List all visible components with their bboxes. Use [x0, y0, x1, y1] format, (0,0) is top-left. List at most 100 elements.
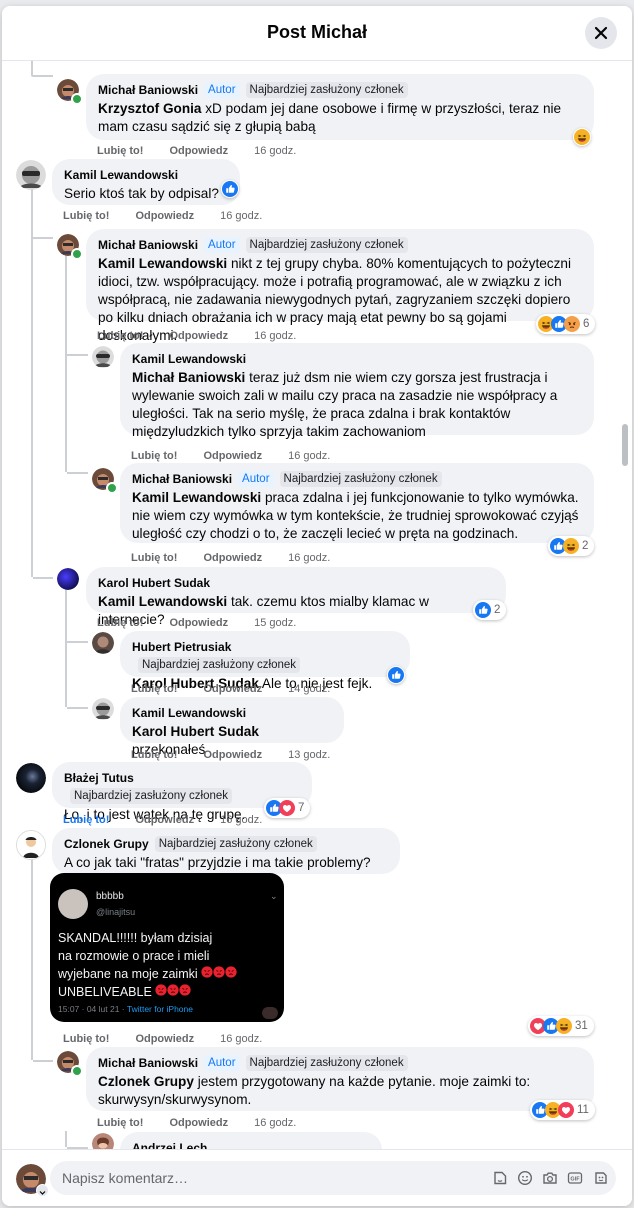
comment-bubble: Michał Baniowski Autor Najbardziej zasłużo… [120, 463, 594, 543]
timestamp[interactable]: 16 godz. [288, 450, 330, 462]
like-button[interactable]: Lubię to! [97, 1117, 143, 1129]
comment-author[interactable]: Michał Baniowski [98, 238, 198, 252]
like-button[interactable]: Lubię to! [63, 1033, 109, 1045]
comment-actions: Lubię to! Odpowiedz 16 godz. [131, 450, 330, 462]
tweet-meta: 15:07 · 04 lut 21 · Twitter for iPhone [58, 1004, 193, 1014]
comment-actions: Lubię to! Odpowiedz 16 godz. [131, 552, 330, 564]
thread-line [65, 589, 67, 707]
mention-link[interactable]: Kamil Lewandowski [98, 594, 227, 609]
reaction-summary[interactable] [387, 666, 405, 684]
mention-link[interactable]: Michał Baniowski [132, 370, 245, 385]
tweet-author-name: bbbbb [96, 891, 124, 902]
gif-icon[interactable]: GIF [567, 1170, 583, 1186]
reply-button[interactable]: Odpowiedz [203, 683, 262, 695]
comment-bubble: Hubert Pietrusiak Najbardziej zasłużony c… [120, 631, 410, 691]
close-icon [594, 26, 608, 40]
mention-link[interactable]: Krzysztof Gonia [98, 101, 201, 116]
comment-author[interactable]: Michał Baniowski [98, 83, 198, 97]
reply-button[interactable]: Odpowiedz [135, 814, 194, 826]
mention-link[interactable]: Kamil Lewandowski [98, 256, 227, 271]
reaction-summary[interactable] [573, 128, 591, 146]
reply-button[interactable]: Odpowiedz [169, 145, 228, 157]
member-badge: Najbardziej zasłużony członek [245, 237, 408, 253]
avatar[interactable] [92, 698, 114, 720]
reply-button[interactable]: Odpowiedz [203, 749, 262, 761]
like-button[interactable]: Lubię to! [131, 552, 177, 564]
reply-button[interactable]: Odpowiedz [203, 552, 262, 564]
close-button[interactable] [585, 17, 617, 49]
comment-attachment-image[interactable]: bbbbb @linajitsu ⌄ SKANDAL!!!!!! byłam d… [50, 873, 284, 1022]
comment-bubble: Kamil Lewandowski Michał Baniowski teraz… [120, 343, 594, 439]
mention-link[interactable]: Karol Hubert Sudak [132, 724, 259, 739]
avatar[interactable] [92, 346, 114, 368]
author-badge: Autor [204, 237, 240, 253]
avatar[interactable] [16, 160, 46, 190]
avatar[interactable] [16, 763, 46, 793]
account-switcher[interactable] [36, 1184, 49, 1197]
avatar[interactable] [92, 632, 114, 654]
like-button[interactable]: Lubię to! [97, 145, 143, 157]
camera-icon[interactable] [542, 1170, 558, 1186]
like-button[interactable]: Lubię to! [131, 683, 177, 695]
timestamp[interactable]: 14 godz. [288, 683, 330, 695]
comment-bubble: Kamil Lewandowski Karol Hubert Sudak prz… [120, 697, 344, 757]
comment-actions: Lubię to! Odpowiedz 13 godz. [131, 749, 330, 761]
reaction-summary[interactable]: 11 [530, 1100, 595, 1120]
reaction-summary[interactable]: 6 [536, 314, 596, 334]
timestamp[interactable]: 16 godz. [288, 552, 330, 564]
comment-author[interactable]: Michał Baniowski [98, 1056, 198, 1070]
reaction-summary[interactable]: 7 [264, 798, 311, 818]
timestamp[interactable]: 16 godz. [254, 145, 296, 157]
timestamp[interactable]: 13 godz. [288, 749, 330, 761]
reply-button[interactable]: Odpowiedz [135, 210, 194, 222]
reply-button[interactable]: Odpowiedz [135, 1033, 194, 1045]
reaction-summary[interactable]: 2 [548, 536, 595, 556]
timestamp[interactable]: 16 godz. [220, 1033, 262, 1045]
like-button[interactable]: Lubię to! [63, 814, 109, 826]
thread-line [65, 249, 67, 354]
haha-reaction-icon [574, 129, 590, 145]
comment-bubble: Czlonek Grupy Najbardziej zasłużony człon… [52, 828, 400, 888]
timestamp[interactable]: 15 godz. [254, 617, 296, 629]
reply-button[interactable]: Odpowiedz [169, 1117, 228, 1129]
member-badge: Najbardziej zasłużony członek [245, 1055, 408, 1071]
like-button[interactable]: Lubię to! [131, 749, 177, 761]
like-button[interactable]: Lubię to! [63, 210, 109, 222]
thread-line [33, 1060, 53, 1062]
reaction-count: 11 [577, 1104, 589, 1116]
svg-text:GIF: GIF [570, 1177, 580, 1183]
comment-actions: Lubię to! Odpowiedz 15 godz. [97, 617, 296, 629]
comment-author[interactable]: Kamil Lewandowski [132, 352, 246, 366]
reply-button[interactable]: Odpowiedz [169, 330, 228, 342]
scrollbar-thumb[interactable] [622, 424, 628, 466]
comment-author[interactable]: Karol Hubert Sudak [98, 576, 210, 590]
avatar[interactable] [57, 568, 79, 590]
timestamp[interactable]: 16 godz. [220, 210, 262, 222]
angry-emoji-icon [155, 984, 167, 996]
comment-author[interactable]: Kamil Lewandowski [64, 168, 178, 182]
comment-author[interactable]: Czlonek Grupy [64, 837, 149, 851]
timestamp[interactable]: 16 godz. [254, 330, 296, 342]
like-button[interactable]: Lubię to! [97, 617, 143, 629]
timestamp[interactable]: 16 godz. [254, 1117, 296, 1129]
reply-button[interactable]: Odpowiedz [169, 617, 228, 629]
reaction-summary[interactable]: 31 [528, 1016, 594, 1036]
like-button[interactable]: Lubię to! [131, 450, 177, 462]
reply-button[interactable]: Odpowiedz [203, 450, 262, 462]
reaction-summary[interactable] [221, 180, 239, 198]
comment-author[interactable]: Hubert Pietrusiak [132, 640, 231, 654]
mention-link[interactable]: Czlonek Grupy [98, 1074, 194, 1089]
comment-author[interactable]: Michał Baniowski [132, 472, 232, 486]
timestamp[interactable]: 16 godz. [220, 814, 262, 826]
reaction-summary[interactable]: 2 [473, 600, 507, 620]
sticker-icon[interactable] [492, 1170, 508, 1186]
avatar[interactable] [16, 830, 46, 860]
comment-author[interactable]: Kamil Lewandowski [132, 706, 246, 720]
avatar-sticker-icon[interactable] [593, 1170, 609, 1186]
comment-author[interactable]: Błażej Tutus [64, 771, 134, 785]
reaction-count: 2 [582, 540, 589, 552]
thread-line [67, 641, 88, 643]
mention-link[interactable]: Kamil Lewandowski [132, 490, 261, 505]
like-button[interactable]: Lubię to! [97, 330, 143, 342]
emoji-icon[interactable] [517, 1170, 533, 1186]
